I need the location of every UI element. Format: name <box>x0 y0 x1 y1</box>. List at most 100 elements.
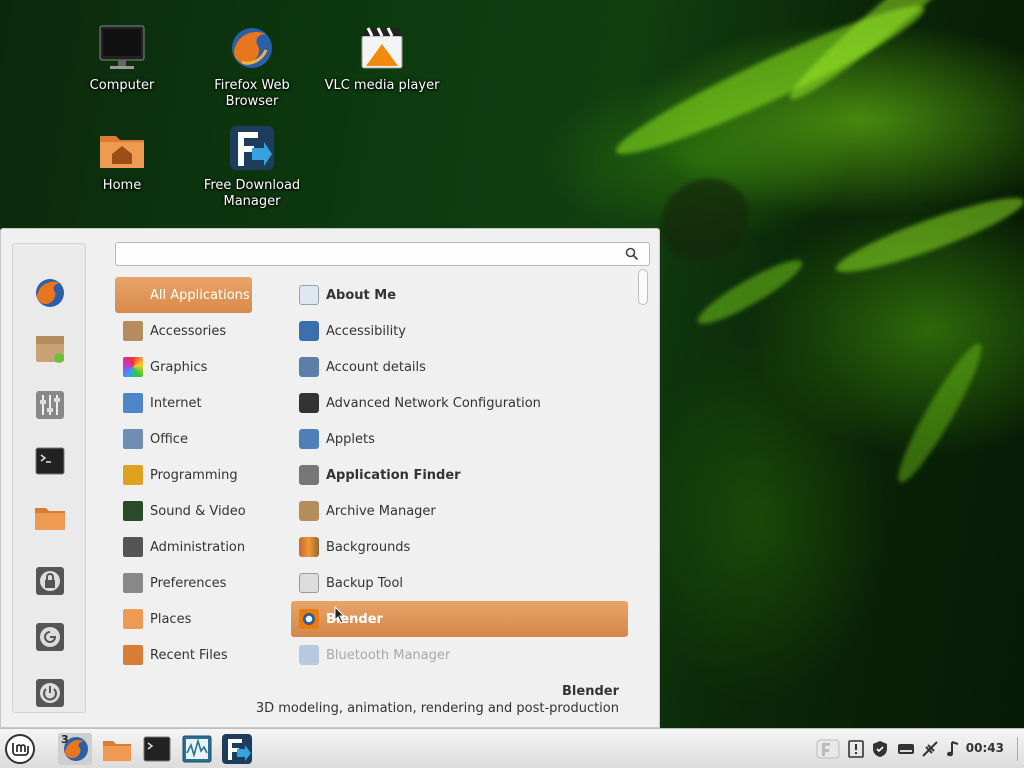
app-label: Backgrounds <box>326 539 411 555</box>
mouse-cursor-icon <box>334 606 346 624</box>
monitor-icon <box>98 24 146 72</box>
globe-icon <box>123 393 143 413</box>
category-label: Preferences <box>150 575 227 591</box>
app-label: Backup Tool <box>326 575 404 591</box>
category-list: All Applications Accessories Graphics In… <box>115 277 255 673</box>
app-archive-manager[interactable]: Archive Manager <box>291 493 628 529</box>
fdm-icon <box>222 734 252 764</box>
category-programming[interactable]: Programming <box>115 457 255 493</box>
taskbar-files[interactable] <box>100 733 134 765</box>
app-about-me[interactable]: About Me <box>291 277 628 313</box>
network-icon[interactable] <box>920 739 940 759</box>
desktop-icon-vlc[interactable]: VLC media player <box>322 24 442 94</box>
category-administration[interactable]: Administration <box>115 529 255 565</box>
folder-icon <box>123 609 143 629</box>
vlc-icon <box>358 24 406 72</box>
desktop-icon-home[interactable]: Home <box>62 124 182 194</box>
fdm-tray-icon[interactable] <box>816 739 840 759</box>
app-bluetooth-manager[interactable]: Bluetooth Manager <box>291 637 628 673</box>
category-label: Places <box>150 611 192 627</box>
sound-icon[interactable] <box>944 739 964 759</box>
calculator-icon <box>123 321 143 341</box>
terminal-icon[interactable] <box>33 444 67 478</box>
update-manager-icon[interactable] <box>846 739 866 759</box>
app-backup-tool[interactable]: Backup Tool <box>291 565 628 601</box>
blender-icon <box>299 609 319 629</box>
desktop-icon-fdm[interactable]: Free Download Manager <box>192 124 312 210</box>
taskbar-terminal[interactable] <box>140 733 174 765</box>
firefox-icon <box>64 737 88 761</box>
keyboard-icon[interactable] <box>896 739 916 759</box>
category-graphics[interactable]: Graphics <box>115 349 255 385</box>
app-description: Blender 3D modeling, animation, renderin… <box>256 684 619 716</box>
application-menu: All Applications Accessories Graphics In… <box>0 228 660 728</box>
category-label: All Applications <box>150 287 250 303</box>
search-input[interactable] <box>116 243 616 265</box>
system-monitor-icon <box>182 735 212 763</box>
desktop-icon-label: Free Download Manager <box>203 178 301 209</box>
app-list-scrollbar[interactable] <box>638 269 648 305</box>
backup-drive-icon <box>299 573 319 593</box>
desktop-icon-firefox[interactable]: Firefox Web Browser <box>192 24 312 110</box>
desktop-icon-computer[interactable]: Computer <box>62 24 182 94</box>
taskbar-fdm[interactable] <box>220 733 254 765</box>
all-applications-icon <box>123 285 143 305</box>
app-accessibility[interactable]: Accessibility <box>291 313 628 349</box>
category-recent-files[interactable]: Recent Files <box>115 637 255 673</box>
home-folder-icon <box>98 124 146 172</box>
category-label: Recent Files <box>150 647 228 663</box>
backgrounds-icon <box>299 537 319 557</box>
category-places[interactable]: Places <box>115 601 255 637</box>
category-label: Administration <box>150 539 246 555</box>
logout-icon[interactable] <box>33 620 67 654</box>
app-backgrounds[interactable]: Backgrounds <box>291 529 628 565</box>
network-icon <box>299 393 319 413</box>
category-label: Office <box>150 431 188 447</box>
app-description-subtitle: 3D modeling, animation, rendering and po… <box>255 701 619 716</box>
app-description-title: Blender <box>562 684 619 699</box>
category-sound-video[interactable]: Sound & Video <box>115 493 255 529</box>
package-icon[interactable] <box>33 332 67 366</box>
office-icon <box>123 429 143 449</box>
folder-icon[interactable] <box>33 500 67 534</box>
category-label: Sound & Video <box>150 503 246 519</box>
archive-icon <box>299 501 319 521</box>
search-icon[interactable] <box>625 247 639 261</box>
applets-icon <box>299 429 319 449</box>
accessibility-icon <box>299 321 319 341</box>
category-preferences[interactable]: Preferences <box>115 565 255 601</box>
desktop-icon-label: Home <box>102 178 142 193</box>
magnifier-icon <box>299 465 319 485</box>
shield-icon[interactable] <box>870 739 890 759</box>
fdm-icon <box>228 124 276 172</box>
power-icon[interactable] <box>33 676 67 710</box>
color-palette-icon <box>123 357 143 377</box>
favorites-panel <box>12 243 86 713</box>
app-account-details[interactable]: Account details <box>291 349 628 385</box>
firefox-icon[interactable] <box>33 276 67 310</box>
category-all-applications[interactable]: All Applications <box>115 277 252 313</box>
category-accessories[interactable]: Accessories <box>115 313 255 349</box>
app-advanced-network-configuration[interactable]: Advanced Network Configuration <box>291 385 628 421</box>
terminal-icon <box>143 736 171 762</box>
mint-menu-button[interactable] <box>3 733 37 765</box>
category-internet[interactable]: Internet <box>115 385 255 421</box>
programming-icon <box>123 465 143 485</box>
menu-search <box>115 242 650 266</box>
settings-sliders-icon[interactable] <box>33 388 67 422</box>
app-label: Accessibility <box>326 323 406 339</box>
taskbar: 3 00:43 <box>0 728 1024 768</box>
desktop-icon-label: Computer <box>89 78 155 93</box>
firefox-icon <box>228 24 276 72</box>
app-application-finder[interactable]: Application Finder <box>291 457 628 493</box>
app-applets[interactable]: Applets <box>291 421 628 457</box>
taskbar-system-monitor[interactable] <box>180 733 214 765</box>
taskbar-firefox[interactable]: 3 <box>58 733 92 765</box>
clock[interactable]: 00:43 <box>966 741 1004 755</box>
show-desktop-button[interactable] <box>1017 737 1020 761</box>
lock-icon[interactable] <box>33 564 67 598</box>
category-office[interactable]: Office <box>115 421 255 457</box>
app-label: Bluetooth Manager <box>326 647 451 663</box>
admin-icon <box>123 537 143 557</box>
user-icon <box>299 357 319 377</box>
